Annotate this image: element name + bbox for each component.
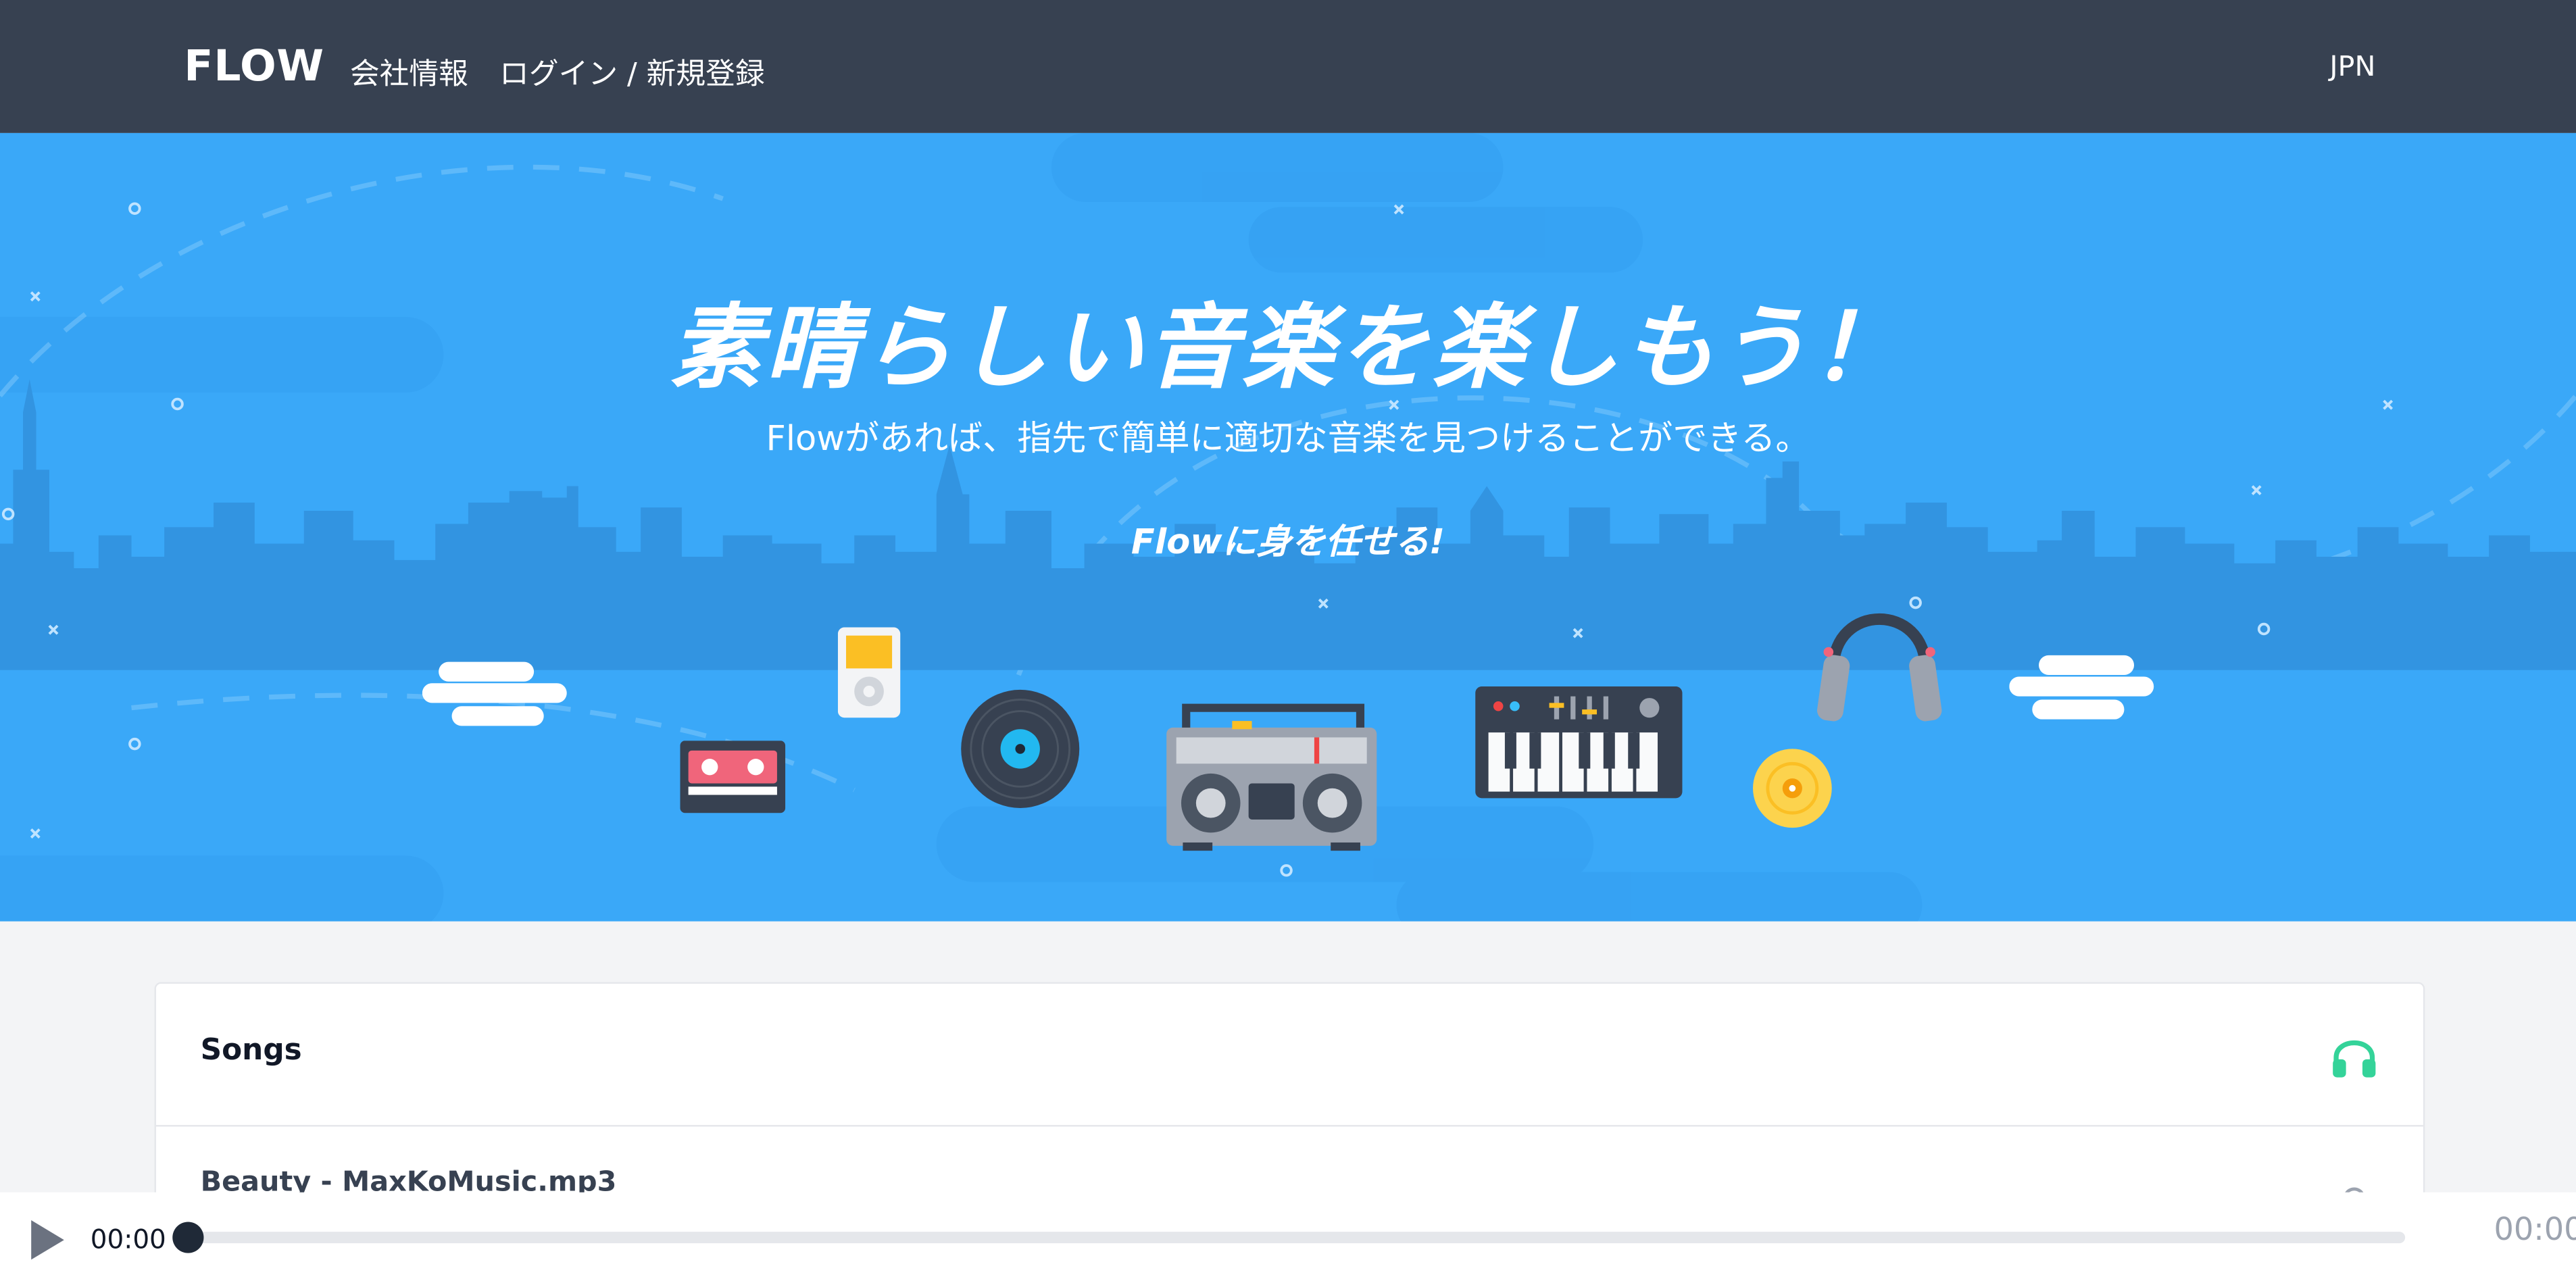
progress-track[interactable]	[184, 1232, 2406, 1244]
duration-time: 00:00	[2494, 1211, 2576, 1249]
music-player-icon	[837, 627, 901, 718]
boombox-icon	[1166, 703, 1377, 851]
songs-card-header: Songs	[155, 984, 2423, 1127]
cloud-left-icon	[422, 661, 567, 726]
hero-banner: 素晴らしい音楽を楽しもう！ Flowがあれば、指先で簡単に適切な音楽を見つけるこ…	[0, 132, 2576, 922]
current-time: 00:00	[90, 1223, 166, 1255]
keyboard-synth-icon	[1475, 686, 1683, 799]
language-selector[interactable]: JPN	[2329, 51, 2375, 84]
cassette-icon	[680, 740, 786, 813]
vinyl-record-icon	[961, 689, 1080, 808]
gold-disc-icon	[1753, 749, 1832, 828]
hero-tagline: Flowに身を任せる!	[1131, 522, 1445, 562]
audio-player: 00:00 00:00	[0, 1192, 2576, 1281]
headphones-illustration-icon	[1816, 613, 1942, 722]
company-info-link[interactable]: 会社情報	[350, 51, 468, 93]
songs-heading: Songs	[200, 1032, 302, 1068]
brand-logo[interactable]: FLOW	[184, 43, 324, 92]
login-register-link[interactable]: ログイン / 新規登録	[499, 51, 765, 93]
headphones-icon[interactable]	[2329, 1033, 2379, 1079]
progress-thumb[interactable]	[172, 1222, 204, 1253]
top-navbar: FLOW 会社情報 ログイン / 新規登録 JPN	[0, 0, 2576, 133]
cloud-right-icon	[2009, 655, 2154, 720]
hero-subtitle: Flowがあれば、指先で簡単に適切な音楽を見つけることができる。	[766, 418, 1810, 459]
hero-title: 素晴らしい音楽を楽しもう！	[670, 295, 1906, 403]
play-icon[interactable]	[28, 1219, 67, 1261]
